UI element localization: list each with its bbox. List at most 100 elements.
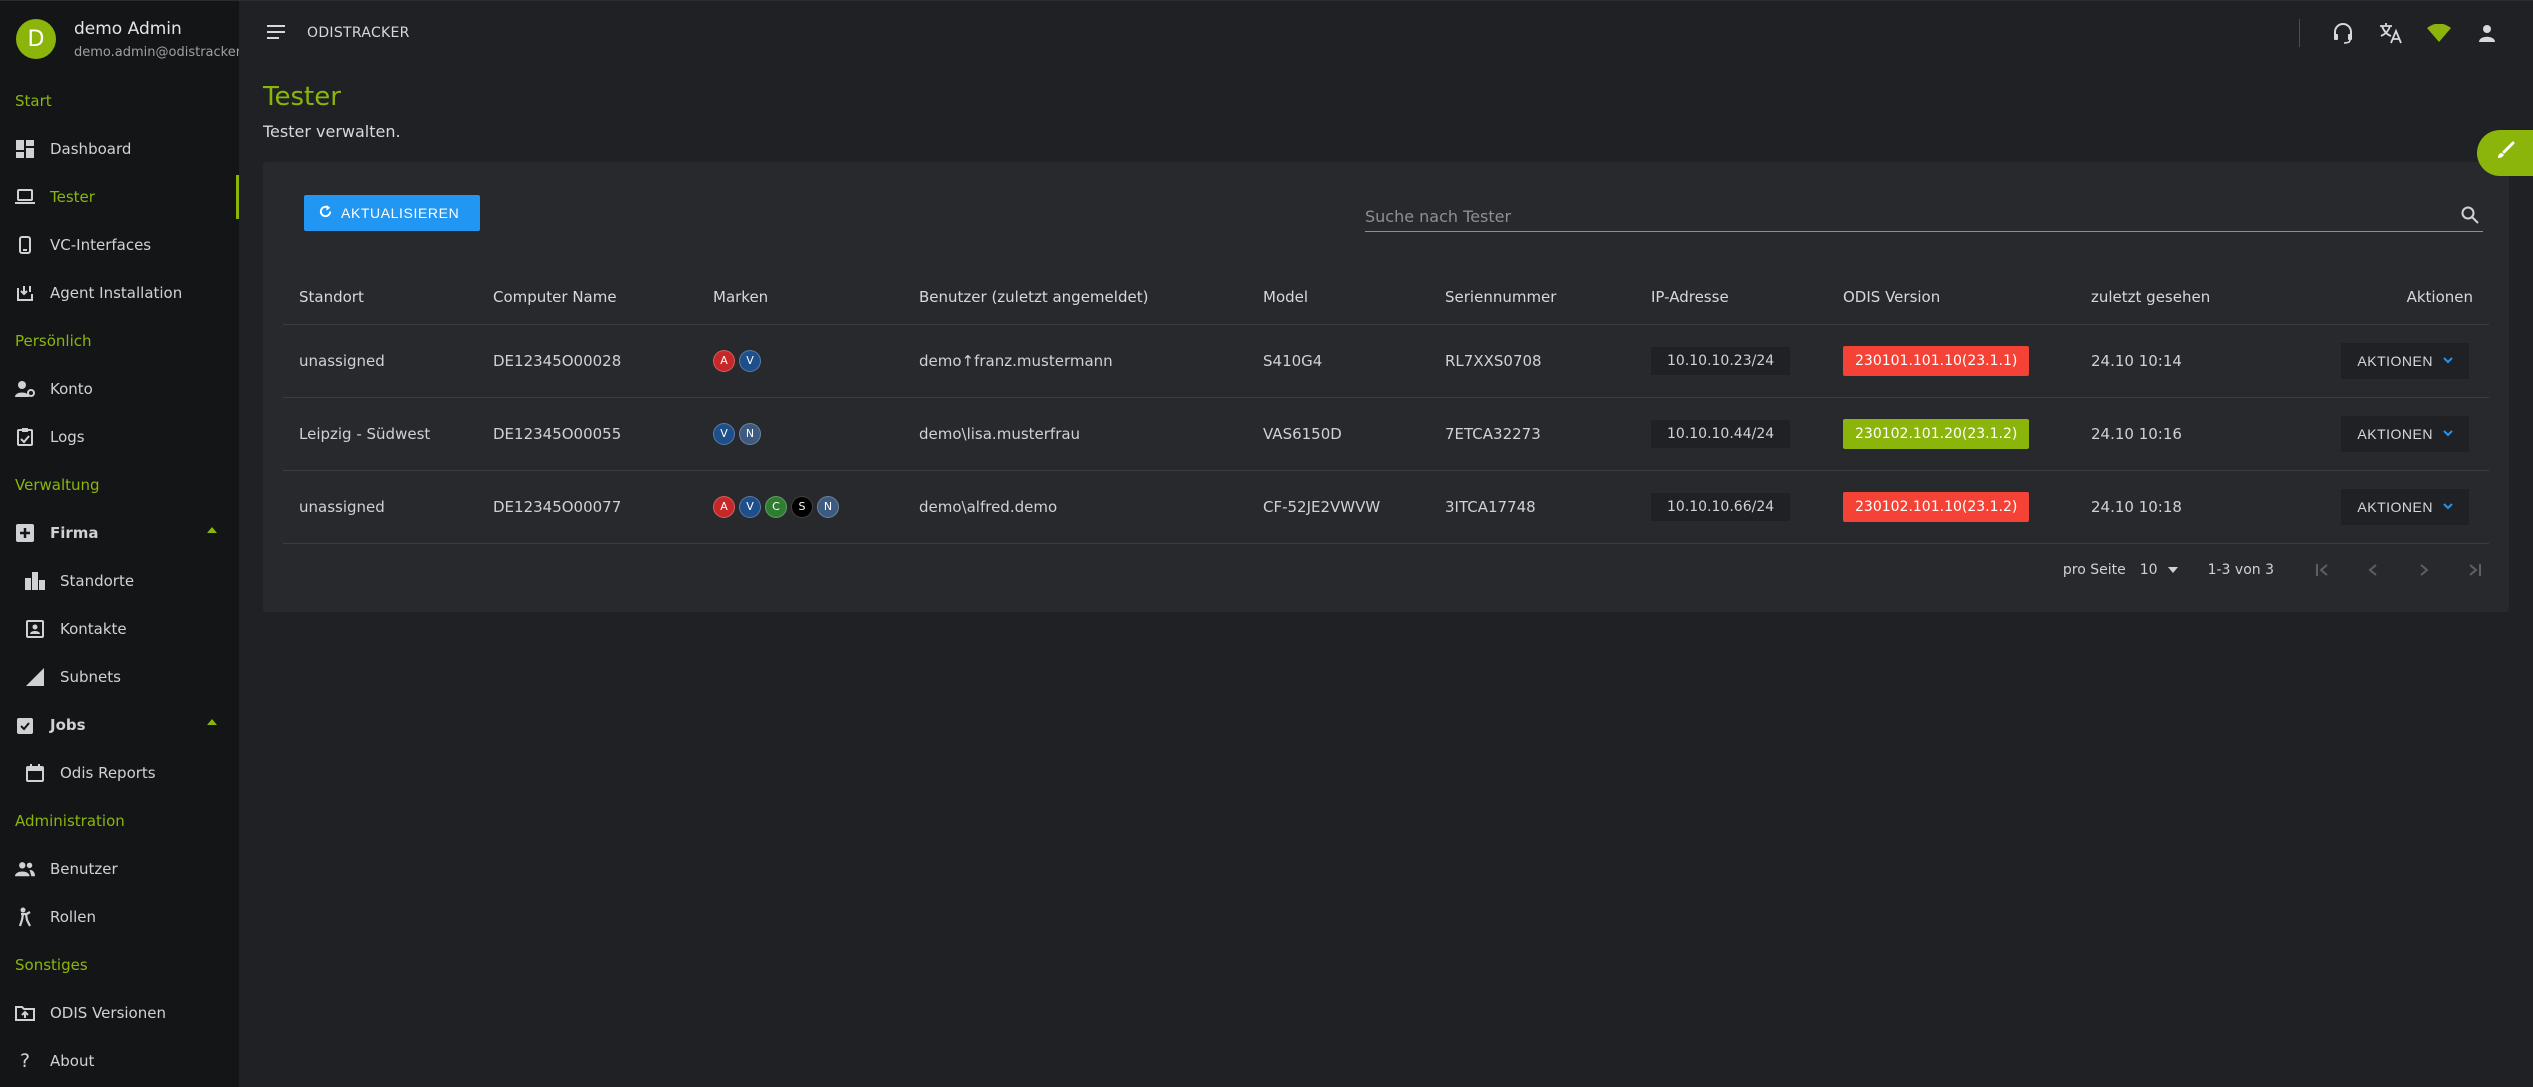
translate-icon[interactable]	[2379, 21, 2403, 45]
sidebar-item-vc-interfaces[interactable]: VC-Interfaces	[0, 221, 239, 269]
refresh-button[interactable]: AKTUALISIEREN	[304, 195, 480, 231]
column-header: Aktionen	[2323, 270, 2489, 325]
cell-marken: VN	[697, 397, 903, 471]
cell-computer-name: DE12345O00028	[477, 324, 697, 398]
user-profile[interactable]: D demo Admin demo.admin@odistracker	[0, 1, 239, 77]
sidebar-item-standorte[interactable]: Standorte	[0, 557, 239, 605]
avatar[interactable]: D	[16, 19, 56, 59]
brand-badge: N	[739, 422, 761, 445]
column-header[interactable]: Benutzer (zuletzt angemeldet)	[903, 270, 1247, 325]
chevron-down-icon[interactable]	[2167, 567, 2178, 573]
question-icon: ?	[19, 1050, 31, 1072]
cell-ip-adresse: 10.10.10.23/24	[1635, 324, 1827, 398]
cell-model: S410G4	[1247, 324, 1429, 398]
per-page-label: pro Seite	[2062, 562, 2126, 578]
table-row[interactable]: Leipzig - Südwest DE12345O00055 V Ndemo\lis…	[283, 397, 2489, 471]
user-email: demo.admin@odistracker	[74, 45, 239, 60]
laptop-icon	[15, 187, 35, 207]
search-field[interactable]	[1365, 202, 2483, 232]
account-cog-icon	[15, 379, 35, 399]
column-header[interactable]: zuletzt gesehen	[2075, 270, 2323, 325]
sidebar-item-firma[interactable]: Firma	[0, 509, 239, 557]
sidebar-item-logs[interactable]: Logs	[0, 413, 239, 461]
odis-version-chip: 230102.101.10(23.1.2)	[1843, 491, 2030, 522]
wifi-icon[interactable]	[2427, 21, 2451, 45]
account-icon[interactable]	[2475, 21, 2499, 45]
previous-page-icon[interactable]	[2361, 558, 2385, 582]
cell-seriennummer: 7ETCA32273	[1429, 397, 1635, 471]
column-header[interactable]: Marken	[697, 270, 903, 325]
ip-chip: 10.10.10.66/24	[1651, 492, 1791, 521]
column-header[interactable]: ODIS Version	[1827, 270, 2075, 325]
chevron-down-icon	[2443, 357, 2453, 364]
column-header[interactable]: Seriennummer	[1429, 270, 1635, 325]
table-row[interactable]: unassigned DE12345O00077 A V C S Ndemo\alfred.…	[283, 470, 2489, 544]
sidebar-item-agent-installation[interactable]: Agent Installation	[0, 269, 239, 317]
search-icon[interactable]	[2461, 206, 2481, 226]
chevron-up-icon[interactable]	[207, 719, 217, 725]
headset-icon[interactable]	[2331, 21, 2355, 45]
brand-badge: A	[713, 349, 735, 372]
menu-icon[interactable]	[267, 25, 285, 39]
sidebar-item-rollen[interactable]: Rollen	[0, 893, 239, 941]
theme-customizer-button[interactable]	[2477, 130, 2533, 176]
column-header[interactable]: Standort	[283, 270, 477, 325]
actions-button[interactable]: AKTIONEN	[2341, 415, 2469, 452]
actions-button[interactable]: AKTIONEN	[2341, 488, 2469, 525]
sidebar-item-odis-versionen[interactable]: ODIS Versionen	[0, 989, 239, 1037]
odis-version-chip: 230101.101.10(23.1.1)	[1843, 345, 2030, 376]
cell-standort: unassigned	[283, 470, 477, 544]
brand-badge: V	[739, 495, 761, 518]
cell-zuletzt-gesehen: 24.10 10:16	[2075, 397, 2323, 471]
sidebar-item-subnets[interactable]: Subnets	[0, 653, 239, 701]
sidebar-item-about[interactable]: ? About	[0, 1037, 239, 1085]
sidebar-item-tester[interactable]: Tester	[0, 173, 239, 221]
sidebar-item-label: Standorte	[60, 572, 135, 590]
actions-button[interactable]: AKTIONEN	[2341, 342, 2469, 379]
last-page-icon[interactable]	[2463, 558, 2487, 582]
cell-aktionen: AKTIONEN	[2323, 324, 2489, 398]
chevron-down-icon	[2443, 503, 2453, 510]
sidebar-item-label: Subnets	[60, 668, 121, 686]
contacts-icon	[25, 619, 45, 639]
first-page-icon[interactable]	[2310, 558, 2334, 582]
column-header[interactable]: IP-Adresse	[1635, 270, 1827, 325]
per-page-select[interactable]: 10	[2140, 562, 2158, 578]
brand-badge: A	[713, 495, 735, 518]
sidebar-item-benutzer[interactable]: Benutzer	[0, 845, 239, 893]
sidebar-item-label: Agent Installation	[50, 284, 183, 302]
brand-badge: C	[765, 495, 787, 518]
search-input[interactable]	[1365, 202, 2435, 230]
ip-chip: 10.10.10.44/24	[1651, 419, 1791, 448]
cell-seriennummer: 3ITCA17748	[1429, 470, 1635, 544]
next-page-icon[interactable]	[2412, 558, 2436, 582]
cellphone-icon	[15, 235, 35, 255]
brand-badge: S	[791, 495, 813, 518]
sidebar-item-jobs[interactable]: Jobs	[0, 701, 239, 749]
cell-marken: AVCSN	[697, 470, 903, 544]
cell-computer-name: DE12345O00077	[477, 470, 697, 544]
sidebar-item-label: Dashboard	[50, 140, 132, 158]
sidebar-item-odis-reports[interactable]: Odis Reports	[0, 749, 239, 797]
cell-benutzer: demo↑franz.mustermann	[903, 324, 1247, 398]
sidebar-item-label: Odis Reports	[60, 764, 156, 782]
ip-chip: 10.10.10.23/24	[1651, 346, 1791, 375]
sidebar-item-konto[interactable]: Konto	[0, 365, 239, 413]
cell-odis-version: 230102.101.20(23.1.2)	[1827, 397, 2075, 471]
column-header[interactable]: Model	[1247, 270, 1429, 325]
cell-benutzer: demo\alfred.demo	[903, 470, 1247, 544]
cell-computer-name: DE12345O00055	[477, 397, 697, 471]
sidebar-item-dashboard[interactable]: Dashboard	[0, 125, 239, 173]
cell-zuletzt-gesehen: 24.10 10:14	[2075, 324, 2323, 398]
user-name: demo Admin	[74, 19, 182, 39]
sidebar-item-label: Kontakte	[60, 620, 127, 638]
chevron-up-icon[interactable]	[207, 527, 217, 533]
sidebar-item-label: Jobs	[50, 716, 86, 734]
sidebar-item-label: Firma	[50, 524, 99, 542]
tester-card: AKTUALISIEREN Standort Computer Name Mar…	[263, 162, 2509, 612]
sidebar-item-label: Rollen	[50, 908, 96, 926]
actions-label: AKTIONEN	[2357, 352, 2433, 369]
sidebar-item-kontakte[interactable]: Kontakte	[0, 605, 239, 653]
column-header[interactable]: Computer Name	[477, 270, 697, 325]
table-row[interactable]: unassigned DE12345O00028 A Vdemo↑franz.must…	[283, 324, 2489, 398]
